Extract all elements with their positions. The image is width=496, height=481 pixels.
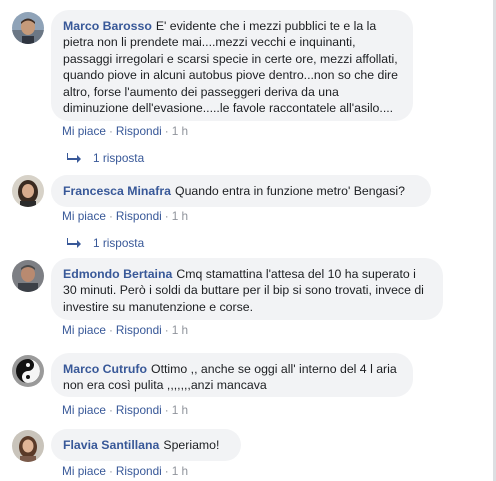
comment-bubble: Marco Barosso E' evidente che i mezzi pub… — [51, 10, 413, 121]
view-replies-link[interactable]: 1 risposta — [67, 151, 144, 165]
comment-author[interactable]: Flavia Santillana — [63, 438, 159, 452]
reply-link[interactable]: Rispondi — [116, 464, 162, 478]
comment-actions: Mi piace · Rispondi · 1 h — [62, 464, 188, 478]
like-link[interactable]: Mi piace — [62, 124, 106, 138]
comment-bubble: Francesca Minafra Quando entra in funzion… — [51, 175, 431, 207]
avatar[interactable] — [12, 260, 44, 292]
like-link[interactable]: Mi piace — [62, 323, 106, 337]
reply-arrow-icon — [67, 238, 81, 248]
avatar[interactable] — [12, 430, 44, 462]
timestamp[interactable]: 1 h — [172, 323, 188, 337]
separator: · — [164, 403, 169, 417]
like-link[interactable]: Mi piace — [62, 403, 106, 417]
comment-actions: Mi piace · Rispondi · 1 h — [62, 209, 188, 223]
reply-arrow-icon — [67, 153, 81, 163]
comment-text: Quando entra in funzione metro' Bengasi? — [175, 184, 405, 198]
replies-count[interactable]: 1 risposta — [93, 151, 144, 165]
comment-author[interactable]: Marco Barosso — [63, 19, 152, 33]
avatar[interactable] — [12, 175, 44, 207]
view-replies-link[interactable]: 1 risposta — [67, 236, 144, 250]
reply-link[interactable]: Rispondi — [116, 209, 162, 223]
reply-link[interactable]: Rispondi — [116, 124, 162, 138]
comment-author[interactable]: Marco Cutrufo — [63, 362, 147, 376]
separator: · — [164, 124, 169, 138]
comment-bubble: Edmondo Bertaina Cmq stamattina l'attesa … — [51, 258, 443, 320]
comment-bubble: Marco Cutrufo Ottimo ,, anche se oggi all… — [51, 353, 413, 397]
avatar[interactable] — [12, 355, 44, 387]
separator: · — [164, 209, 169, 223]
separator: · — [108, 209, 113, 223]
comment-actions: Mi piace · Rispondi · 1 h — [62, 323, 188, 337]
comment-author[interactable]: Francesca Minafra — [63, 184, 171, 198]
comment-text: E' evidente che i mezzi pubblici te e la… — [63, 19, 398, 116]
reply-link[interactable]: Rispondi — [116, 403, 162, 417]
timestamp[interactable]: 1 h — [172, 464, 188, 478]
separator: · — [164, 464, 169, 478]
comment-text: Speriamo! — [163, 438, 220, 452]
like-link[interactable]: Mi piace — [62, 464, 106, 478]
timestamp[interactable]: 1 h — [172, 124, 188, 138]
separator: · — [108, 403, 113, 417]
separator: · — [108, 323, 113, 337]
replies-count[interactable]: 1 risposta — [93, 236, 144, 250]
separator: · — [108, 464, 113, 478]
separator: · — [164, 323, 169, 337]
comment-actions: Mi piace · Rispondi · 1 h — [62, 124, 188, 138]
timestamp[interactable]: 1 h — [172, 209, 188, 223]
avatar[interactable] — [12, 12, 44, 44]
reply-link[interactable]: Rispondi — [116, 323, 162, 337]
comment-author[interactable]: Edmondo Bertaina — [63, 267, 172, 281]
like-link[interactable]: Mi piace — [62, 209, 106, 223]
separator: · — [108, 124, 113, 138]
comment-bubble: Flavia Santillana Speriamo! — [51, 429, 241, 461]
timestamp[interactable]: 1 h — [172, 403, 188, 417]
comment-actions: Mi piace · Rispondi · 1 h — [62, 403, 188, 417]
